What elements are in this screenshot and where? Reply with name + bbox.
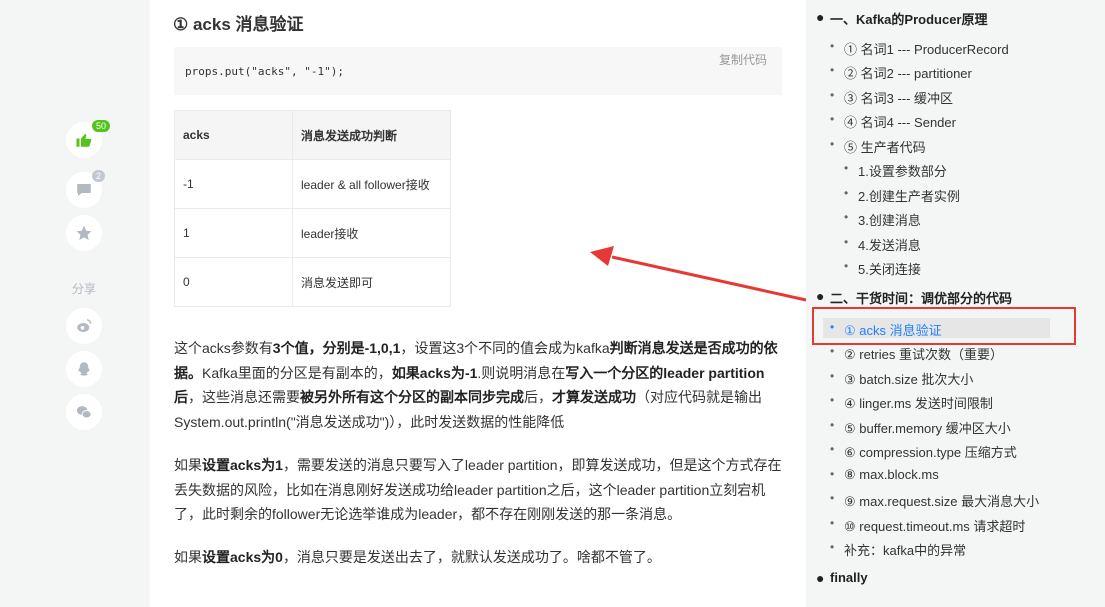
annotation-arrow — [590, 246, 807, 302]
